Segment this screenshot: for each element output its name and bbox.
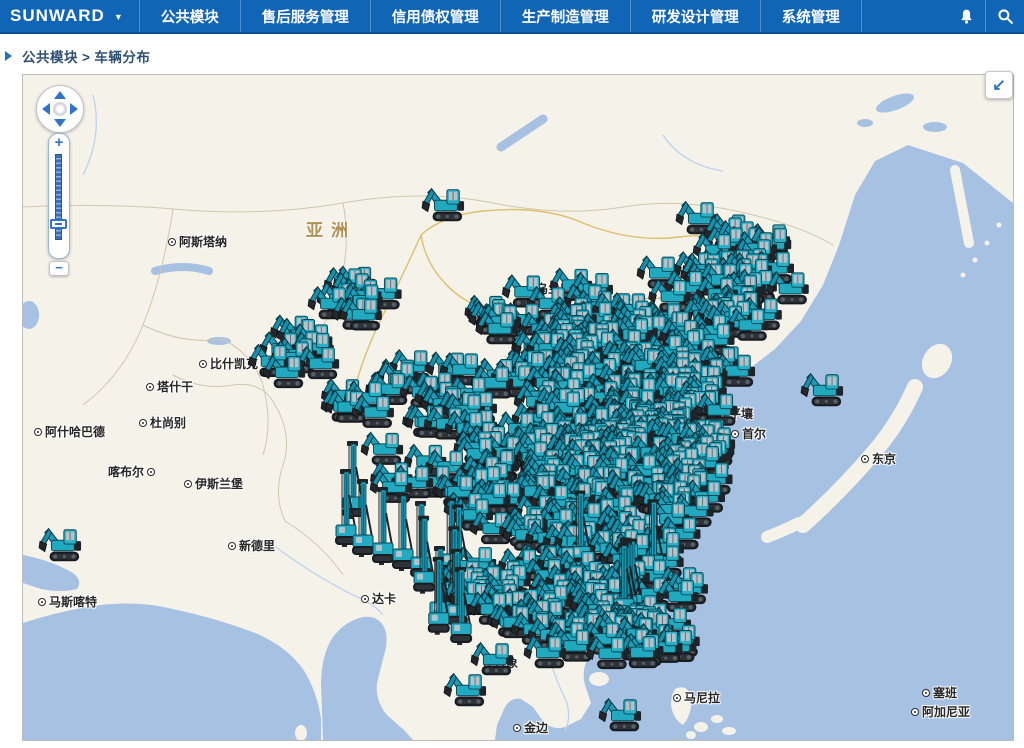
map-collapse-button[interactable]: ↙ — [985, 71, 1013, 99]
nav-item[interactable]: 研发设计管理 — [630, 0, 760, 32]
nav-item[interactable]: 售后服务管理 — [240, 0, 370, 32]
nav-item[interactable]: 公共模块 — [139, 0, 240, 32]
excavator-marker[interactable] — [801, 374, 843, 406]
pan-left-arrow-icon[interactable] — [42, 103, 50, 115]
brand-logo[interactable]: SUNWARD ▼ — [0, 0, 133, 32]
drilling-rig-marker[interactable] — [410, 501, 432, 579]
search-button[interactable] — [985, 0, 1024, 32]
bell-icon — [958, 8, 975, 25]
vehicle-markers[interactable] — [39, 189, 843, 731]
excavator-marker[interactable] — [444, 674, 486, 706]
map-zoom-slider[interactable]: + — [48, 133, 70, 259]
nav-item[interactable]: 系统管理 — [760, 0, 862, 32]
zoom-out-button[interactable]: − — [49, 261, 69, 276]
arrow-down-left-icon: ↙ — [992, 75, 1005, 95]
notifications-button[interactable] — [947, 0, 985, 32]
excavator-marker[interactable] — [471, 643, 513, 675]
breadcrumb: 公共模块 > 车辆分布 — [22, 46, 150, 66]
excavator-marker[interactable] — [599, 699, 641, 731]
breadcrumb-page: 车辆分布 — [94, 50, 150, 65]
map-viewport[interactable]: 亚洲 阿斯塔纳乌兰巴托比什凯克塔什干杜尚别阿什哈巴德喀布尔伊斯兰堡新德里马斯喀特… — [23, 75, 1013, 740]
map-pan-control[interactable] — [36, 85, 84, 133]
pan-up-arrow-icon[interactable] — [54, 91, 66, 99]
vehicle-distribution-map[interactable]: 亚洲 阿斯塔纳乌兰巴托比什凯克塔什干杜尚别阿什哈巴德喀布尔伊斯兰堡新德里马斯喀特… — [22, 74, 1014, 741]
excavator-marker[interactable] — [422, 189, 464, 221]
breadcrumb-section[interactable]: 公共模块 — [22, 50, 78, 65]
breadcrumb-separator: > — [82, 50, 90, 65]
pan-down-arrow-icon[interactable] — [54, 119, 66, 127]
nav-items: 公共模块售后服务管理信用债权管理生产制造管理研发设计管理系统管理 — [139, 0, 862, 32]
nav-item[interactable]: 信用债权管理 — [370, 0, 500, 32]
excavator-marker[interactable] — [39, 529, 81, 561]
nav-item[interactable]: 生产制造管理 — [500, 0, 630, 32]
breadcrumb-row: 公共模块 > 车辆分布 — [0, 34, 1024, 74]
zoom-in-button[interactable]: + — [49, 136, 69, 150]
brand-logo-text: SUNWARD — [10, 6, 105, 26]
top-nav-bar: SUNWARD ▼ 公共模块售后服务管理信用债权管理生产制造管理研发设计管理系统… — [0, 0, 1024, 34]
search-icon — [997, 8, 1014, 25]
drilling-rig-marker[interactable] — [413, 516, 435, 594]
caret-down-icon: ▼ — [114, 12, 123, 22]
topbar-right — [947, 0, 1024, 32]
sidebar-expand-icon[interactable] — [5, 51, 12, 61]
zoom-handle[interactable] — [50, 219, 67, 229]
excavator-marker[interactable] — [361, 432, 403, 464]
pan-center-button[interactable] — [53, 102, 67, 116]
pan-right-arrow-icon[interactable] — [70, 103, 78, 115]
vehicle-layer — [23, 75, 1013, 740]
